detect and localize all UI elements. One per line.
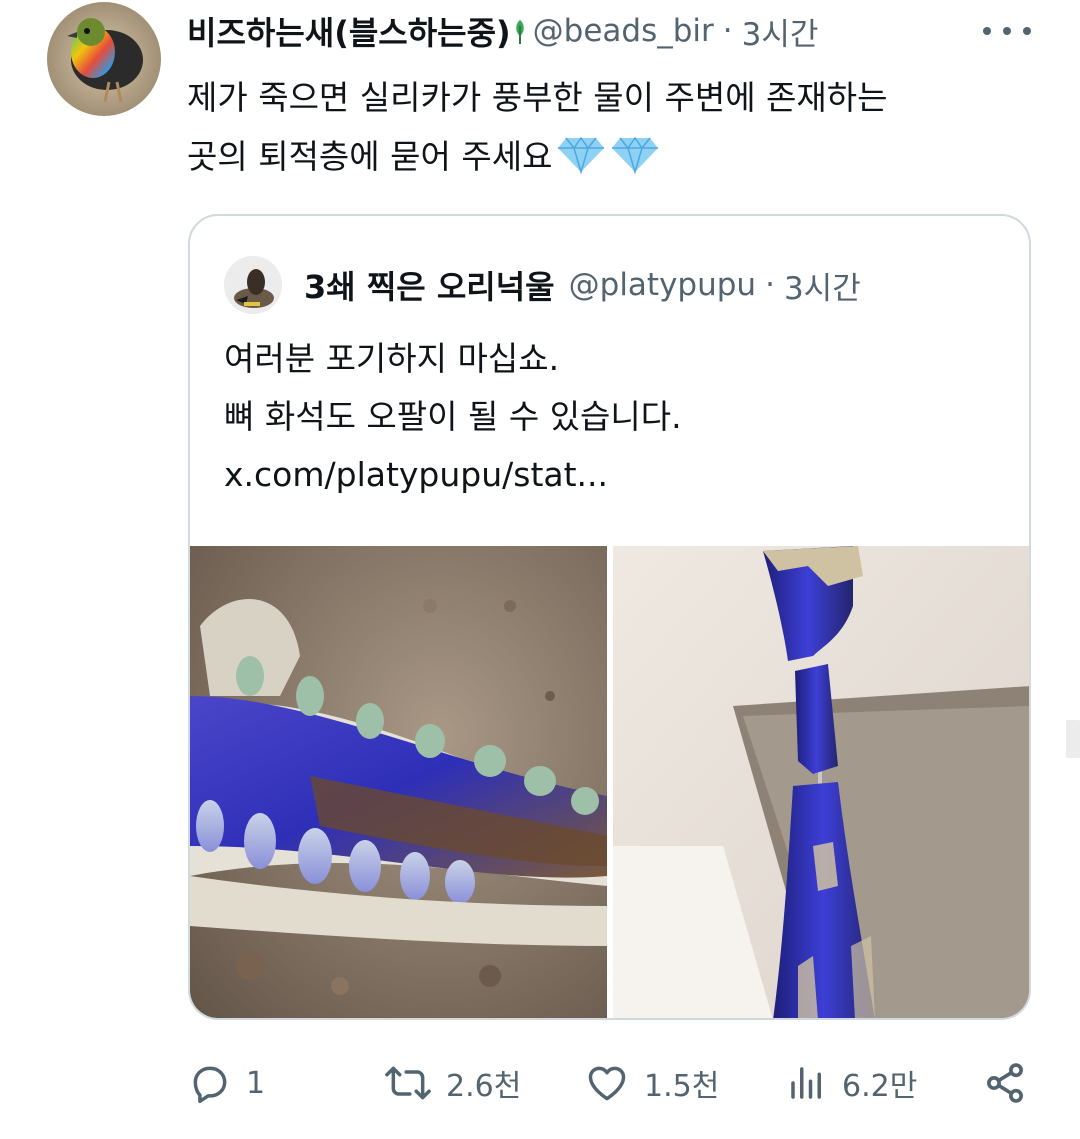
tweet-action-bar: 1 2.6천 1.5천 6.2만	[186, 1055, 1036, 1111]
like-count: 1.5천	[644, 1069, 720, 1104]
view-count: 6.2만	[842, 1069, 918, 1104]
reply-icon	[188, 1061, 232, 1105]
media-photo-opal-spine[interactable]	[190, 546, 607, 1018]
views-button[interactable]: 6.2만	[786, 1055, 917, 1111]
quoted-tweet-text: 여러분 포기하지 마십쇼. 뼈 화석도 오팔이 될 수 있습니다. x.com/…	[224, 330, 1004, 504]
quoted-text-line: 여러분 포기하지 마십쇼.	[224, 339, 560, 378]
quoted-author-name[interactable]: 3쇄 찍은 오리넉울	[304, 262, 555, 308]
tweet-text-line: 곳의 퇴적층에 묻어 주세요	[187, 137, 553, 176]
tweet-text-line-with-emoji: 곳의 퇴적층에 묻어 주세요	[187, 127, 1047, 192]
author-avatar[interactable]	[47, 2, 161, 116]
quoted-tweet-header: 3쇄 찍은 오리넉울 @platypupu · 3시간	[304, 260, 861, 310]
scroll-edge-indicator	[1066, 720, 1080, 758]
share-icon	[982, 1061, 1028, 1105]
tweet-timestamp[interactable]: 3시간	[742, 9, 819, 54]
quoted-tweet-media	[190, 546, 1029, 1018]
reply-button[interactable]: 1	[188, 1055, 265, 1111]
quoted-header-separator: ·	[765, 267, 775, 303]
gem-stone-emoji-icon	[610, 133, 660, 192]
more-horizontal-icon[interactable]	[983, 16, 1031, 46]
quoted-tweet-timestamp[interactable]: 3시간	[784, 263, 861, 308]
leaf-emoji-icon	[513, 16, 527, 46]
author-name[interactable]: 비즈하는새(블스하는중)	[187, 8, 511, 54]
quoted-text-line: 뼈 화석도 오팔이 될 수 있습니다.	[224, 397, 682, 436]
header-separator: ·	[722, 13, 733, 49]
like-button[interactable]: 1.5천	[584, 1055, 719, 1111]
quoted-tweet[interactable]: 3쇄 찍은 오리넉울 @platypupu · 3시간 여러분 포기하지 마십쇼…	[188, 214, 1031, 1020]
tweet-text-line: 제가 죽으면 실리카가 풍부한 물이 주변에 존재하는	[187, 78, 888, 117]
retweet-button[interactable]: 2.6천	[384, 1055, 521, 1111]
heart-icon	[584, 1061, 630, 1105]
quoted-author-handle[interactable]: @platypupu	[569, 267, 756, 303]
reply-count: 1	[246, 1065, 266, 1101]
gem-stone-emoji-icon	[556, 133, 606, 192]
tweet-text: 제가 죽으면 실리카가 풍부한 물이 주변에 존재하는 곳의 퇴적층에 묻어 주…	[187, 68, 1047, 192]
retweet-count: 2.6천	[446, 1069, 522, 1104]
media-photo-opal-bone[interactable]	[612, 546, 1029, 1018]
share-button[interactable]	[982, 1055, 1028, 1111]
retweet-icon	[384, 1061, 432, 1105]
author-handle[interactable]: @beads_bir	[533, 13, 714, 49]
bar-chart-icon	[786, 1061, 828, 1105]
tweet-header: 비즈하는새(블스하는중) @beads_bir · 3시간	[187, 6, 1037, 56]
quoted-tweet-link[interactable]: x.com/platypupu/stat...	[224, 446, 1004, 504]
quoted-author-avatar[interactable]	[224, 256, 282, 314]
